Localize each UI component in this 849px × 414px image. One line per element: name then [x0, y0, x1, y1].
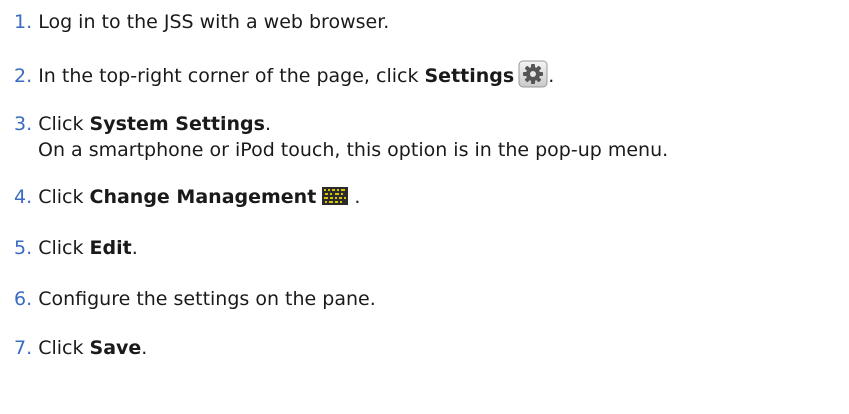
step-number: 1.	[14, 11, 33, 33]
step-4: 4. Click Change Management .	[14, 184, 360, 210]
step-7: 7. Click Save.	[14, 335, 147, 361]
save-label: Save	[89, 337, 142, 359]
step-note: On a smartphone or iPod touch, this opti…	[38, 139, 669, 161]
gear-icon	[518, 60, 548, 88]
step-number: 2.	[14, 65, 33, 87]
step-text-end: .	[141, 337, 148, 359]
step-text: Click	[38, 237, 90, 259]
step-3: 3. Click System Settings. On a smartphon…	[14, 111, 668, 163]
step-text-end: .	[131, 237, 138, 259]
step-1: 1. Log in to the JSS with a web browser.	[14, 9, 389, 35]
change-management-icon	[322, 186, 349, 205]
step-number: 5.	[14, 237, 33, 259]
step-text-end: .	[548, 65, 555, 87]
step-number: 7.	[14, 337, 33, 359]
step-text: Click	[38, 113, 90, 135]
edit-label: Edit	[89, 237, 132, 259]
step-text: In the top-right corner of the page, cli…	[38, 65, 425, 87]
settings-label: Settings	[424, 65, 515, 87]
step-6: 6. Configure the settings on the pane.	[14, 286, 376, 312]
step-text: Click	[38, 186, 90, 208]
step-number: 4.	[14, 186, 33, 208]
instruction-steps: 1. Log in to the JSS with a web browser.…	[0, 0, 849, 414]
system-settings-label: System Settings	[89, 113, 265, 135]
step-2: 2. In the top-right corner of the page, …	[14, 60, 554, 89]
step-text: Click	[38, 337, 90, 359]
step-text: Log in to the JSS with a web browser.	[38, 11, 390, 33]
step-text: Configure the settings on the pane.	[38, 288, 376, 310]
step-number: 3.	[14, 113, 33, 135]
step-text-end: .	[354, 186, 361, 208]
step-text-end: .	[264, 113, 272, 135]
change-management-label: Change Management	[89, 186, 317, 208]
step-5: 5. Click Edit.	[14, 235, 138, 261]
step-number: 6.	[14, 288, 33, 310]
